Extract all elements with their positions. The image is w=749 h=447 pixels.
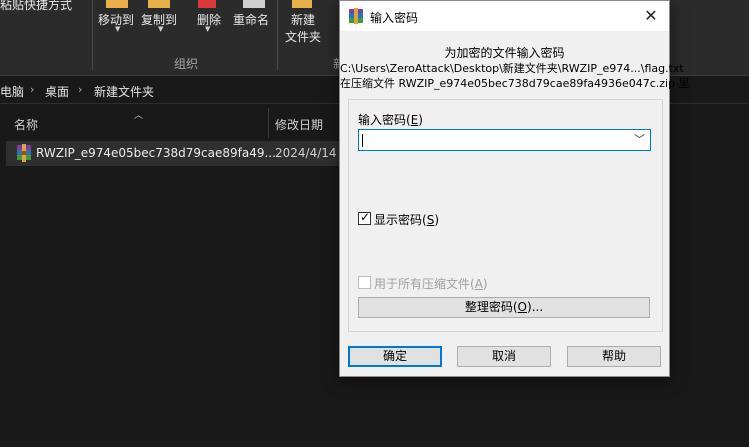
new-folder-icon bbox=[292, 0, 312, 8]
cancel-button[interactable]: 取消 bbox=[457, 346, 551, 367]
ribbon-separator bbox=[277, 0, 278, 70]
help-button[interactable]: 帮助 bbox=[567, 346, 661, 367]
close-button[interactable]: ✕ bbox=[633, 1, 669, 31]
show-password-checkbox[interactable] bbox=[358, 210, 371, 225]
move-to-icon bbox=[106, 0, 128, 8]
dialog-title: 输入密码 bbox=[370, 11, 419, 25]
ribbon-separator bbox=[92, 0, 93, 70]
use-for-all-label[interactable]: 用于所有压缩文件(A) bbox=[374, 275, 488, 292]
delete-icon bbox=[198, 0, 216, 8]
info-file-path: C:\Users\ZeroAttack\Desktop\新建文件夹\RWZIP_… bbox=[340, 62, 684, 75]
ok-button[interactable]: 确定 bbox=[348, 346, 442, 367]
winrar-archive-icon bbox=[17, 144, 31, 162]
paste-shortcut-button[interactable]: 粘贴快捷方式 bbox=[0, 0, 72, 13]
file-date: 2024/4/14 bbox=[275, 146, 337, 160]
breadcrumb-new-folder[interactable]: 新建文件夹 bbox=[94, 83, 154, 100]
show-password-label[interactable]: 显示密码(S) bbox=[374, 211, 439, 228]
password-input[interactable]: ﹀ bbox=[358, 129, 651, 151]
info-archive-name: 在压缩文件 RWZIP_e974e05bec738d79cae89fa4936e… bbox=[340, 77, 690, 90]
group-organize-label: 组织 bbox=[174, 57, 199, 71]
password-label: 输入密码(E) bbox=[358, 113, 423, 127]
rename-button[interactable]: 重命名 bbox=[233, 11, 269, 28]
organize-passwords-button[interactable]: 整理密码(O)... bbox=[358, 297, 650, 318]
password-dialog: 输入密码 ✕ 为加密的文件输入密码 C:\Users\ZeroAttack\De… bbox=[339, 0, 690, 377]
chevron-down-icon[interactable]: ﹀ bbox=[634, 131, 645, 147]
winrar-icon bbox=[349, 8, 363, 24]
delete-chevron-icon[interactable]: ▼ bbox=[205, 25, 210, 33]
breadcrumb-computer[interactable]: 电脑 bbox=[0, 83, 24, 100]
new-folder-button-line1[interactable]: 新建 bbox=[291, 11, 315, 28]
file-row[interactable]: RWZIP_e974e05bec738d79cae89fa49... 2024/… bbox=[6, 141, 340, 166]
dialog-titlebar[interactable]: 输入密码 ✕ bbox=[340, 1, 669, 31]
copy-to-chevron-icon[interactable]: ▼ bbox=[158, 25, 163, 33]
column-header-date[interactable]: 修改日期 bbox=[268, 108, 340, 138]
breadcrumb-separator-icon[interactable]: › bbox=[30, 83, 34, 96]
rename-icon bbox=[243, 0, 265, 8]
breadcrumb-desktop[interactable]: 桌面 bbox=[45, 83, 69, 100]
info-prompt: 为加密的文件输入密码 bbox=[444, 46, 565, 60]
move-to-chevron-icon[interactable]: ▼ bbox=[115, 25, 120, 33]
breadcrumb-separator-icon[interactable]: › bbox=[78, 83, 82, 96]
copy-to-icon bbox=[148, 0, 170, 8]
column-header-name[interactable]: 名称 bbox=[0, 108, 268, 138]
new-folder-button-line2[interactable]: 文件夹 bbox=[285, 28, 321, 45]
use-for-all-checkbox[interactable] bbox=[358, 276, 371, 289]
file-name: RWZIP_e974e05bec738d79cae89fa49... bbox=[36, 146, 276, 160]
text-caret bbox=[362, 134, 363, 147]
